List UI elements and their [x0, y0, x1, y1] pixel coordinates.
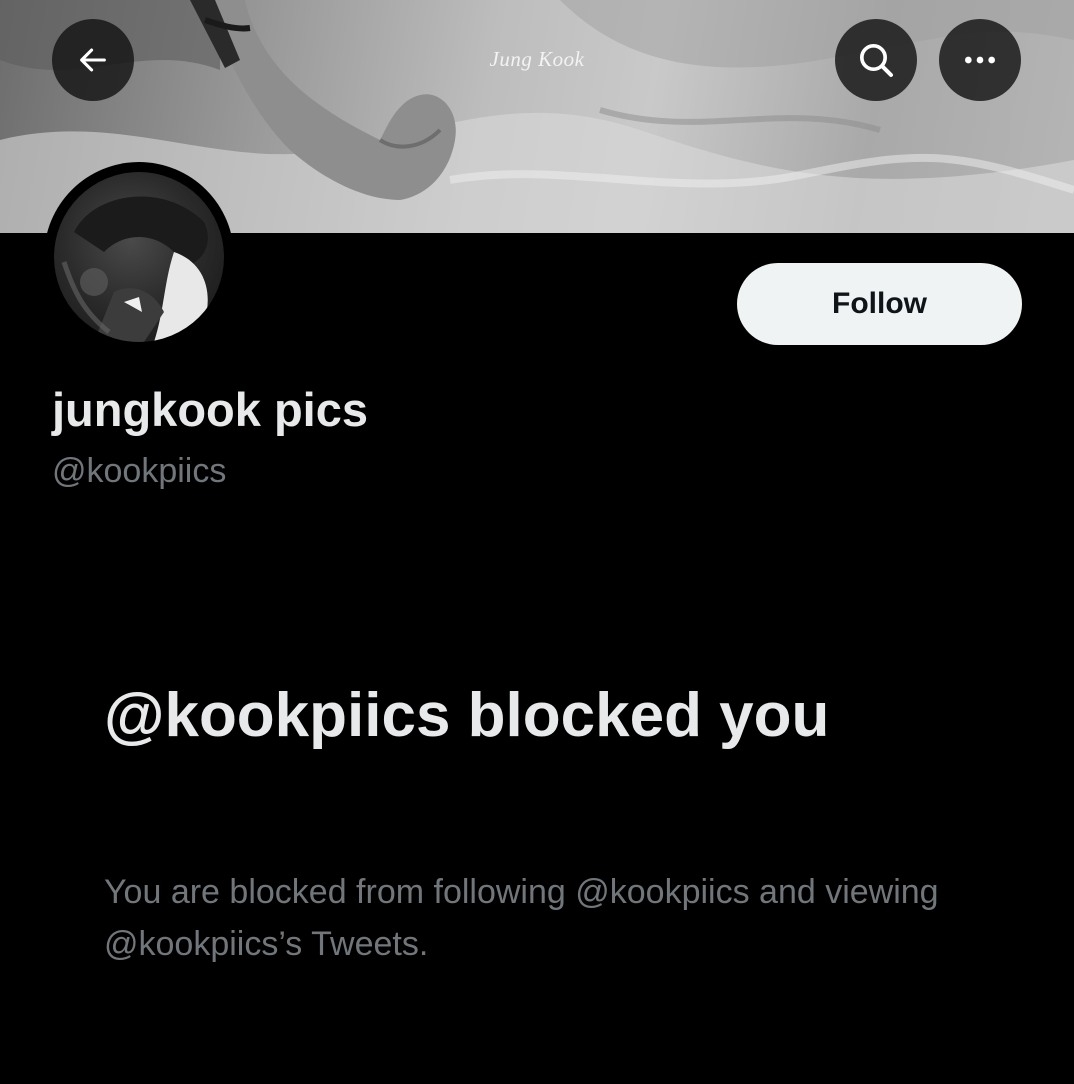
profile-handle: @kookpiics	[52, 452, 227, 490]
blocked-notice-title: @kookpiics blocked you	[104, 681, 830, 750]
more-horizontal-icon	[965, 56, 995, 64]
avatar-photo	[54, 172, 224, 342]
avatar[interactable]	[44, 162, 234, 352]
blocked-notice-description: You are blocked from following @kookpiic…	[104, 873, 939, 963]
search-button[interactable]	[835, 19, 917, 101]
arrow-left-icon	[80, 48, 106, 72]
profile-display-name: jungkook pics	[52, 383, 368, 436]
follow-button[interactable]: Follow	[737, 263, 1022, 345]
back-button[interactable]	[52, 19, 134, 101]
search-icon	[860, 44, 893, 77]
more-options-button[interactable]	[939, 19, 1021, 101]
